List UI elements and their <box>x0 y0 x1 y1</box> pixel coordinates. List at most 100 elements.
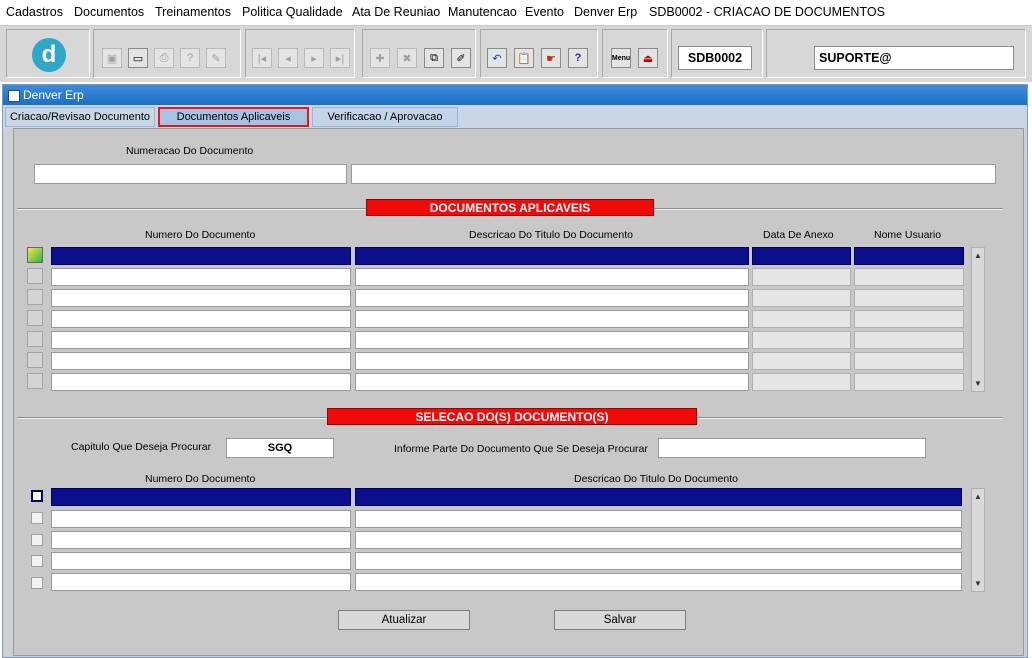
table-cell-numero[interactable] <box>51 573 351 591</box>
table-cell-descricao[interactable] <box>355 331 749 349</box>
tab-documentos-aplicaveis[interactable]: Documentos Aplicaveis <box>158 107 309 127</box>
table-cell-numero[interactable] <box>51 289 351 307</box>
table-cell-numero[interactable] <box>51 531 351 549</box>
table-cell-descricao[interactable] <box>355 531 962 549</box>
banner-selecao-documentos: SELECAO DO(S) DOCUMENTO(S) <box>327 408 697 425</box>
table-cell-usuario <box>854 352 964 370</box>
table-cell-numero[interactable] <box>51 552 351 570</box>
menu-evento[interactable]: Evento <box>525 5 564 19</box>
toolbar-group-menu: Menu ⏏ <box>602 29 668 78</box>
table-cell-numero[interactable] <box>51 331 351 349</box>
table-cell-descricao[interactable] <box>355 352 749 370</box>
toolbar-group-edit: ✚ ✖ ⧉ ✐ <box>362 29 476 78</box>
toolbar-group-nav: |◂ ◂ ▸ ▸| <box>245 29 355 78</box>
table-cell-usuario <box>854 310 964 328</box>
query-icon[interactable]: ? <box>180 48 200 68</box>
tab-criacao-revisao[interactable]: Criacao/Revisao Documento <box>5 107 155 127</box>
record-indicator-icon[interactable] <box>27 352 43 368</box>
table-cell-descricao[interactable] <box>355 573 962 591</box>
row-checkbox[interactable] <box>31 555 43 567</box>
record-indicator-icon[interactable] <box>27 373 43 389</box>
table-cell-numero[interactable] <box>51 310 351 328</box>
form-window: Denver Erp Criacao/Revisao Documento Doc… <box>2 84 1028 658</box>
table-cell-descricao[interactable] <box>355 552 962 570</box>
record-indicator-icon[interactable] <box>27 268 43 284</box>
table-cell-descricao[interactable] <box>355 310 749 328</box>
capitulo-field[interactable]: SGQ <box>226 438 334 458</box>
table-cell-data <box>752 352 851 370</box>
table-cell-descricao[interactable] <box>355 510 962 528</box>
numeracao-description-field[interactable] <box>351 164 996 184</box>
menu-politica-qualidade[interactable]: Politica Qualidade <box>242 5 343 19</box>
menu-documentos[interactable]: Documentos <box>74 5 144 19</box>
salvar-button[interactable]: Salvar <box>554 610 686 630</box>
delete-record-icon[interactable]: ✖ <box>397 48 417 68</box>
first-record-icon[interactable]: |◂ <box>252 48 272 68</box>
undo-icon[interactable]: ↶ <box>487 48 507 68</box>
table-cell-descricao[interactable] <box>355 488 962 506</box>
clipboard-icon[interactable]: 📋 <box>514 48 534 68</box>
table-cell-usuario <box>854 247 964 265</box>
row-checkbox[interactable] <box>31 534 43 546</box>
row-checkbox[interactable] <box>31 490 43 502</box>
record-indicator-icon[interactable] <box>27 331 43 347</box>
row-checkbox[interactable] <box>31 577 43 589</box>
scroll-up-icon[interactable]: ▲ <box>972 490 984 503</box>
scroll-down-icon[interactable]: ▼ <box>972 577 984 590</box>
execute-query-icon[interactable]: ✎ <box>206 48 226 68</box>
menu-manutencao[interactable]: Manutencao <box>448 5 517 19</box>
tab-strip: Criacao/Revisao Documento Documentos Apl… <box>3 105 1027 129</box>
toolbar-group-tools: ↶ 📋 ☛ ? <box>480 29 598 78</box>
col-descricao-titulo: Descricao Do Titulo Do Documento <box>574 473 738 485</box>
col-data-anexo: Data De Anexo <box>763 229 834 241</box>
current-record-icon[interactable] <box>27 247 43 263</box>
print-icon[interactable]: ⎙ <box>154 48 174 68</box>
menu-cadastros[interactable]: Cadastros <box>6 5 63 19</box>
toolbar-group-file: ▣ ▭ ⎙ ? ✎ <box>93 29 241 78</box>
logo-group: d <box>6 29 90 78</box>
table-cell-usuario <box>854 373 964 391</box>
table-cell-descricao[interactable] <box>355 373 749 391</box>
record-indicator-icon[interactable] <box>27 289 43 305</box>
table-cell-usuario <box>854 289 964 307</box>
previous-record-icon[interactable]: ◂ <box>278 48 298 68</box>
row-checkbox[interactable] <box>31 512 43 524</box>
list-values-icon[interactable]: ☛ <box>541 48 561 68</box>
last-record-icon[interactable]: ▸| <box>330 48 350 68</box>
table-cell-numero[interactable] <box>51 373 351 391</box>
next-record-icon[interactable]: ▸ <box>304 48 324 68</box>
scroll-down-icon[interactable]: ▼ <box>972 377 984 390</box>
aplicaveis-scrollbar[interactable]: ▲ ▼ <box>971 247 985 392</box>
table-cell-usuario <box>854 268 964 286</box>
table-cell-numero[interactable] <box>51 352 351 370</box>
table-cell-numero[interactable] <box>51 510 351 528</box>
table-cell-numero[interactable] <box>51 268 351 286</box>
col-descricao-titulo: Descricao Do Titulo Do Documento <box>469 229 633 241</box>
menu-denver-erp[interactable]: Denver Erp <box>574 5 637 19</box>
atualizar-button[interactable]: Atualizar <box>338 610 470 630</box>
table-cell-descricao[interactable] <box>355 289 749 307</box>
table-cell-descricao[interactable] <box>355 268 749 286</box>
selecao-scrollbar[interactable]: ▲ ▼ <box>971 488 985 592</box>
scroll-up-icon[interactable]: ▲ <box>972 249 984 262</box>
menu-bar: Cadastros Documentos Treinamentos Politi… <box>0 0 1032 24</box>
help-icon[interactable]: ? <box>568 48 588 68</box>
menu-icon[interactable]: Menu <box>611 48 631 68</box>
table-cell-descricao[interactable] <box>355 247 749 265</box>
col-numero-documento: Numero Do Documento <box>145 473 256 485</box>
record-indicator-icon[interactable] <box>27 310 43 326</box>
tab-verificacao-aprovacao[interactable]: Verificacao / Aprovacao <box>312 107 458 127</box>
window-icon[interactable]: ▭ <box>128 48 148 68</box>
table-cell-numero[interactable] <box>51 488 351 506</box>
table-cell-numero[interactable] <box>51 247 351 265</box>
parte-documento-field[interactable] <box>658 438 926 458</box>
numeracao-field[interactable] <box>34 164 347 184</box>
save-icon[interactable]: ▣ <box>102 48 122 68</box>
clear-record-icon[interactable]: ✐ <box>451 48 471 68</box>
duplicate-record-icon[interactable]: ⧉ <box>424 48 444 68</box>
insert-record-icon[interactable]: ✚ <box>370 48 390 68</box>
menu-treinamentos[interactable]: Treinamentos <box>155 5 231 19</box>
window-icon <box>8 90 20 102</box>
menu-ata-de-reuniao[interactable]: Ata De Reuniao <box>352 5 440 19</box>
exit-icon[interactable]: ⏏ <box>638 48 658 68</box>
